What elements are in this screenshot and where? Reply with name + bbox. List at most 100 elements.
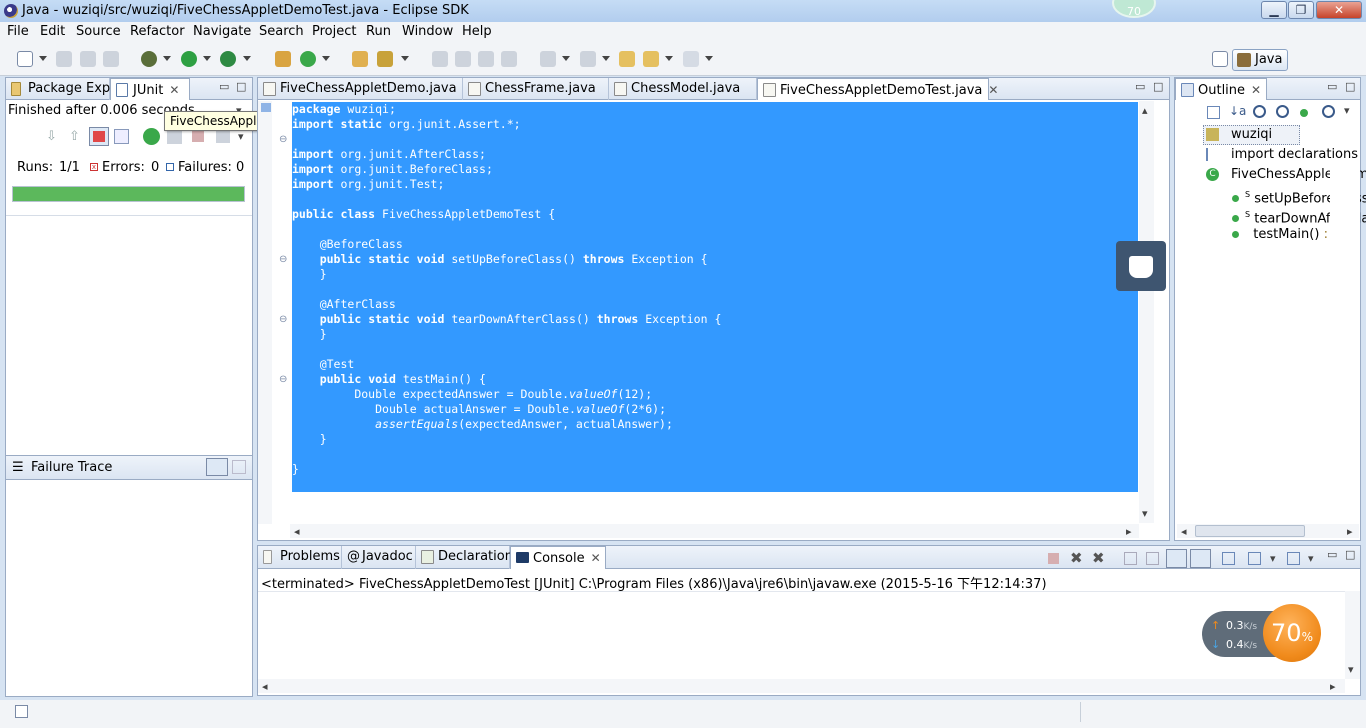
menu-refactor[interactable]: Refactor [130,24,185,39]
scroll-right-icon[interactable]: ▸ [1330,680,1336,693]
next-failure-icon[interactable]: ⇩ [46,129,57,144]
close-icon[interactable]: ✕ [1251,83,1261,97]
menu-edit[interactable]: Edit [40,24,65,39]
chevron-down-icon[interactable] [705,56,713,61]
test-tree[interactable] [6,215,252,455]
menu-file[interactable]: File [7,24,29,39]
tab-chessmodel[interactable]: ChessModel.java [609,78,757,100]
chevron-down-icon[interactable] [322,56,330,61]
clear-console-icon[interactable] [1124,552,1137,565]
remove-all-icon[interactable]: ✖ [1092,549,1105,567]
editor-vscroll[interactable] [1139,101,1154,523]
block-icon[interactable] [478,51,494,67]
scroll-right-icon[interactable]: ▸ [1126,525,1132,538]
external-tools-icon[interactable] [220,51,236,67]
minimize-view-icon[interactable]: ▭ [1327,548,1337,561]
menu-project[interactable]: Project [312,24,356,39]
chevron-down-icon[interactable] [243,56,251,61]
chevron-down-icon[interactable]: ▾ [1270,552,1276,565]
hide-nonpublic-icon[interactable] [1300,109,1308,117]
tab-javadoc[interactable]: @ Javadoc [342,546,416,569]
floating-widget[interactable] [1116,241,1166,291]
scroll-left-icon[interactable]: ◂ [262,680,268,693]
menu-run[interactable]: Run [366,24,391,39]
outline-hscroll-thumb[interactable] [1195,525,1305,537]
hide-local-types-icon[interactable] [1322,105,1335,118]
chevron-down-icon[interactable] [401,56,409,61]
chevron-down-icon[interactable]: ▾ [238,130,244,143]
menu-source[interactable]: Source [76,24,121,39]
rerun-test-icon[interactable] [143,128,160,145]
save-all-icon[interactable] [80,51,96,67]
display-console-icon[interactable] [1248,552,1261,565]
previous-failure-icon[interactable]: ⇧ [69,129,80,144]
annotation-icon[interactable] [432,51,448,67]
hide-fields-icon[interactable] [1253,105,1266,118]
chevron-down-icon[interactable] [665,56,673,61]
tab-console[interactable]: Console ✕ [510,546,606,569]
scroll-down-icon[interactable]: ▾ [1348,663,1354,676]
fast-view-icon[interactable] [15,705,28,718]
tab-declaration[interactable]: Declaration [416,546,513,569]
open-perspective-icon[interactable] [1212,51,1228,67]
chevron-down-icon[interactable]: ▾ [1308,552,1314,565]
menu-search[interactable]: Search [259,24,304,39]
scroll-down-icon[interactable]: ▾ [1142,507,1148,520]
outline-item-imports[interactable]: import declarations [1206,145,1358,165]
stop-icon[interactable] [192,131,204,142]
sort-icon[interactable]: ↓a [1229,104,1246,118]
open-console-icon[interactable] [1287,552,1300,565]
menu-navigate[interactable]: Navigate [193,24,251,39]
close-icon[interactable]: ✕ [591,551,601,565]
fold-icon[interactable]: ⊖ [279,254,287,265]
editor-hscroll[interactable] [290,524,1139,538]
fold-icon[interactable]: ⊖ [279,314,287,325]
forward-icon[interactable] [683,51,699,67]
maximize-view-icon[interactable]: □ [236,80,246,93]
tab-junit[interactable]: JUnit ✕ [110,78,190,100]
tab-problems[interactable]: Problems [258,546,342,569]
console-hscroll[interactable] [258,679,1345,693]
tab-chessframe[interactable]: ChessFrame.java [463,78,609,100]
scroll-right-icon[interactable]: ▸ [1347,525,1353,538]
test-history-icon[interactable] [216,129,230,143]
show-stderr-icon[interactable] [1190,549,1211,568]
maximize-view-icon[interactable]: □ [1345,548,1355,561]
maximize-view-icon[interactable]: □ [1345,80,1355,93]
scroll-lock-icon[interactable] [114,129,129,144]
collapse-all-icon[interactable] [1207,106,1220,119]
chevron-down-icon[interactable] [163,56,171,61]
new-class-icon[interactable] [300,51,316,67]
pin-console-icon[interactable] [1222,552,1235,565]
tab-outline[interactable]: Outline ✕ [1175,78,1267,100]
last-edit-icon[interactable] [619,51,635,67]
remove-launch-icon[interactable]: ✖ [1070,549,1083,567]
outline-item-package[interactable]: wuziqi [1206,125,1272,145]
prev-annotation-icon[interactable] [580,51,596,67]
filter-stack-icon[interactable] [206,458,228,476]
open-type-icon[interactable] [352,51,368,67]
minimize-view-icon[interactable]: ▭ [1327,80,1337,93]
show-failures-only-icon[interactable] [89,127,109,146]
minimize-button[interactable]: ▁ [1261,1,1287,19]
chevron-down-icon[interactable] [562,56,570,61]
minimize-view-icon[interactable]: ▭ [1135,80,1145,93]
scroll-left-icon[interactable]: ◂ [1181,525,1187,538]
new-package-icon[interactable] [275,51,291,67]
terminate-icon[interactable] [1048,553,1059,564]
show-whitespace-icon[interactable] [501,51,517,67]
debug-icon[interactable] [141,51,157,67]
show-stdout-icon[interactable] [1166,549,1187,568]
maximize-view-icon[interactable]: □ [1153,80,1163,93]
scroll-left-icon[interactable]: ◂ [294,525,300,538]
menu-help[interactable]: Help [462,24,492,39]
back-icon[interactable] [643,51,659,67]
minimize-view-icon[interactable]: ▭ [219,80,229,93]
new-icon[interactable] [17,51,33,67]
menu-window[interactable]: Window [402,24,453,39]
save-icon[interactable] [56,51,72,67]
next-annotation-icon[interactable] [540,51,556,67]
close-button[interactable]: ✕ [1316,1,1362,19]
hide-static-icon[interactable] [1276,105,1289,118]
tab-fivechessappletdemotest[interactable]: FiveChessAppletDemoTest.java ✕ [757,78,998,100]
